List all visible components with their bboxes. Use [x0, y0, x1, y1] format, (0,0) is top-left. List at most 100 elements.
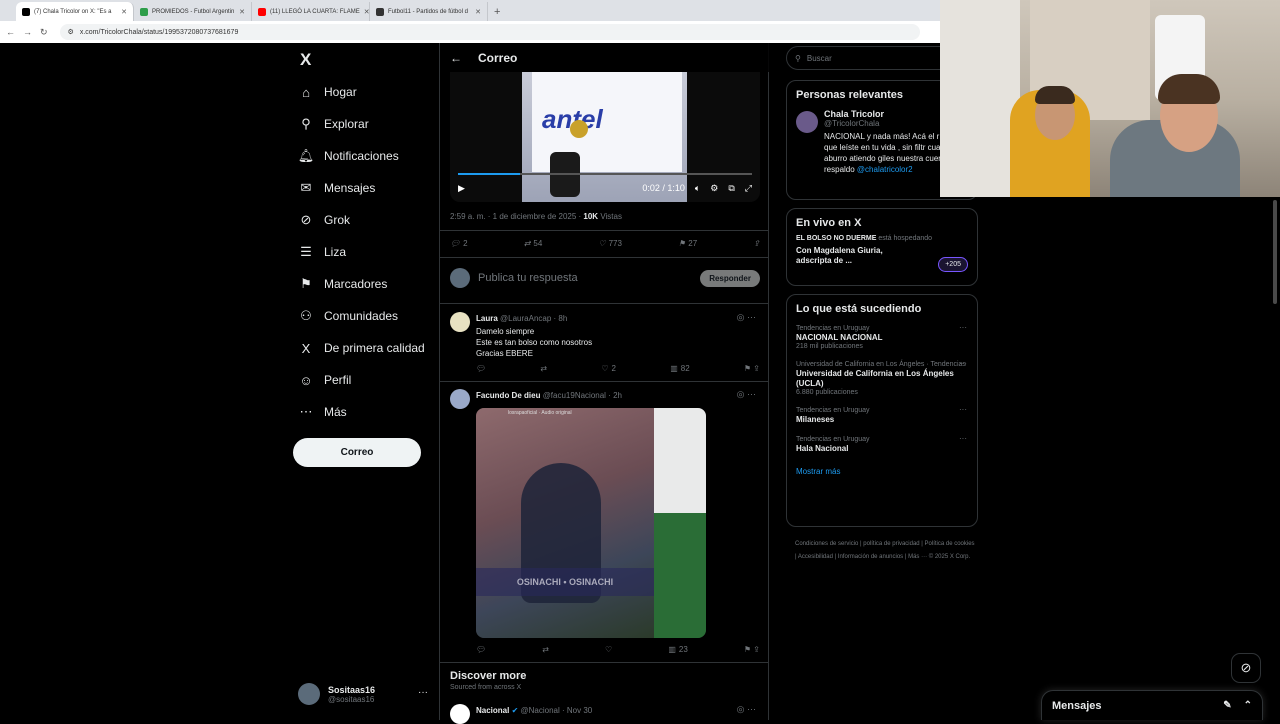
reply-icon[interactable]: 💬︎	[476, 364, 486, 373]
trend-item[interactable]: Tendencias en Uruguay Milaneses ···	[787, 401, 977, 430]
x-logo[interactable]: X	[300, 50, 311, 70]
sidebar-item-más[interactable]: ⋯ Más	[298, 404, 347, 420]
share-action[interactable]: ⇪	[753, 239, 760, 248]
reply-composer: Publica tu respuesta Responder	[450, 267, 760, 289]
sidebar-item-hogar[interactable]: ⌂ Hogar	[298, 84, 357, 100]
sidebar-item-comunidades[interactable]: ⚇ Comunidades	[298, 308, 398, 324]
home-icon: ⌂	[302, 84, 310, 100]
live-space[interactable]: EL BOLSO NO DUERME está hospedando Con M…	[787, 233, 977, 272]
browser-tab[interactable]: Futbol11 - Partidos de fútbol d ✕	[370, 2, 488, 21]
sidebar-item-perfil[interactable]: ☺ Perfil	[298, 372, 351, 388]
listener-count-badge[interactable]: +205	[938, 257, 968, 272]
trend-item[interactable]: Tendencias en Uruguay Hala Nacional ···	[787, 430, 977, 459]
views-action[interactable]: ▥ 82	[670, 364, 689, 373]
avatar	[450, 268, 470, 288]
repost-icon: ⇄	[523, 239, 531, 248]
list-icon: ☰	[300, 244, 312, 259]
video-player[interactable]: antel ▶ 0:02 / 1:10 🔈︎ ⚙ ⧉ ⤢	[450, 72, 760, 202]
views-action[interactable]: ▥ 23	[668, 645, 687, 654]
browser-tab[interactable]: (7) Chala Tricolor on X: "Es a ✕	[16, 2, 134, 21]
more-icon[interactable]: ◎ ···	[737, 312, 756, 323]
list-item[interactable]: Nacional ✔ @Nacional · Nov 30 ◎ ···	[450, 704, 760, 724]
reply-input[interactable]: Publica tu respuesta	[478, 272, 578, 284]
repost-icon[interactable]: ⇄	[540, 364, 547, 373]
more-icon[interactable]: ···	[418, 687, 428, 698]
sidebar-item-de-primera-calidad[interactable]: X De primera calidad	[298, 340, 425, 356]
avatar	[298, 683, 320, 705]
like-action[interactable]: ♡ 2	[601, 364, 616, 373]
close-icon[interactable]: ✕	[239, 8, 245, 16]
new-tab-button[interactable]: +	[488, 2, 506, 21]
sidebar-item-grok[interactable]: ⊘ Grok	[298, 212, 350, 228]
site-info-icon[interactable]: ⚙	[68, 28, 74, 36]
repost-action[interactable]: ⇄ 54	[524, 239, 543, 248]
fullscreen-icon[interactable]: ⤢	[745, 183, 752, 194]
more-icon[interactable]: ···	[959, 359, 967, 368]
grok-icon[interactable]: ⊘	[1231, 653, 1261, 683]
browser-tab[interactable]: PROMIEDOS - Futbol Argentin ✕	[134, 2, 252, 21]
reply-button[interactable]: Responder	[700, 269, 760, 287]
discover-title: Discover more	[450, 670, 527, 682]
trend-item[interactable]: Tendencias en Uruguay NACIONAL NACIONAL …	[787, 319, 977, 355]
video-progress-bar[interactable]	[458, 173, 752, 175]
back-icon[interactable]: ←	[6, 27, 15, 37]
more-icon[interactable]: ···	[959, 434, 967, 443]
list-item[interactable]: Facundo De dieu @facu19Nacional · 2h ◎ ·…	[450, 389, 760, 409]
settings-icon[interactable]: ⚙	[710, 183, 718, 194]
trend-item[interactable]: Universidad de California en Los Ángeles…	[787, 355, 977, 401]
bookmark-icon: ⚑	[300, 276, 312, 291]
compose-message-icon[interactable]: ✎	[1223, 700, 1231, 711]
play-icon[interactable]: ▶	[458, 183, 465, 194]
youtube-favicon-icon	[258, 7, 266, 16]
bookmark-share[interactable]: ⚑ ⇪	[744, 364, 760, 373]
post-actions: 💬︎ 2 ⇄ 54 ♡ 773 ⚑ 27 ⇪	[450, 239, 760, 248]
heart-icon: ♡	[598, 239, 606, 248]
post-header: ← Correo	[440, 43, 769, 72]
person-icon: ☺	[299, 372, 313, 388]
browser-tab[interactable]: (11) LLEGÓ LA CUARTA: FLAME ✕	[252, 2, 370, 21]
avatar	[450, 704, 470, 724]
sidebar-item-liza[interactable]: ☰ Liza	[298, 244, 346, 260]
sidebar-item-notificaciones[interactable]: 🔔︎ Notificaciones	[298, 148, 399, 164]
sidebar-item-mensajes[interactable]: ✉ Mensajes	[298, 180, 376, 196]
trends-card: Lo que está sucediendo Tendencias en Uru…	[786, 294, 978, 527]
pip-icon[interactable]: ⧉	[728, 183, 734, 194]
sidebar-item-marcadores[interactable]: ⚑ Marcadores	[298, 276, 387, 292]
reply-action[interactable]: 💬︎ 2	[450, 239, 468, 248]
footer-links[interactable]: Condiciones de servicio | política de pr…	[795, 538, 975, 564]
close-icon[interactable]: ✕	[121, 8, 127, 16]
volume-icon[interactable]: 🔈︎	[695, 183, 700, 194]
like-action[interactable]: ♡ 773	[598, 239, 622, 248]
back-arrow-icon[interactable]: ←	[450, 51, 462, 65]
messages-drawer[interactable]: Mensajes ✎ ⌃	[1041, 690, 1263, 720]
bookmark-share[interactable]: ⚑ ⇪	[744, 645, 760, 654]
bookmark-action[interactable]: ⚑ 27	[678, 239, 697, 248]
medal	[570, 120, 588, 138]
more-icon[interactable]: ◎ ···	[737, 389, 756, 400]
scrollbar[interactable]	[1273, 200, 1277, 304]
sidebar-item-explorar[interactable]: ⚲ Explorar	[298, 116, 368, 132]
repost-icon[interactable]: ⇄	[542, 645, 549, 654]
reply-icon[interactable]: 💬︎	[476, 645, 486, 654]
youtube-panel	[654, 408, 706, 513]
futbol11-favicon-icon	[376, 7, 384, 16]
more-icon[interactable]: ···	[959, 323, 967, 332]
close-icon[interactable]: ✕	[475, 8, 481, 16]
forward-icon[interactable]: →	[23, 27, 32, 37]
sidebar-item-label: Hogar	[324, 85, 357, 99]
expand-icon[interactable]: ⌃	[1244, 700, 1252, 711]
sidebar-item-label: Notificaciones	[324, 149, 399, 163]
thumbnail-panel	[654, 513, 706, 638]
address-bar[interactable]: ⚙ x.com/TricolorChala/status/199537208073…	[59, 24, 920, 40]
account-name: Sositaas16	[328, 684, 376, 695]
close-icon[interactable]: ✕	[364, 8, 369, 16]
reload-icon[interactable]: ↻	[40, 27, 48, 38]
account-switcher[interactable]: Sositaas16 @sositaas16 ···	[298, 683, 428, 705]
more-icon[interactable]: ◎ ···	[737, 704, 756, 715]
post-button[interactable]: Correo	[293, 438, 421, 467]
more-icon[interactable]: ···	[959, 405, 967, 414]
heart-icon[interactable]: ♡	[605, 645, 612, 654]
show-more-link[interactable]: Mostrar más	[787, 459, 977, 488]
post-media-video[interactable]: losrapaoficial · Audio original OSINACHI…	[476, 408, 706, 638]
profile-link[interactable]: @chalatricolor2	[857, 165, 913, 174]
